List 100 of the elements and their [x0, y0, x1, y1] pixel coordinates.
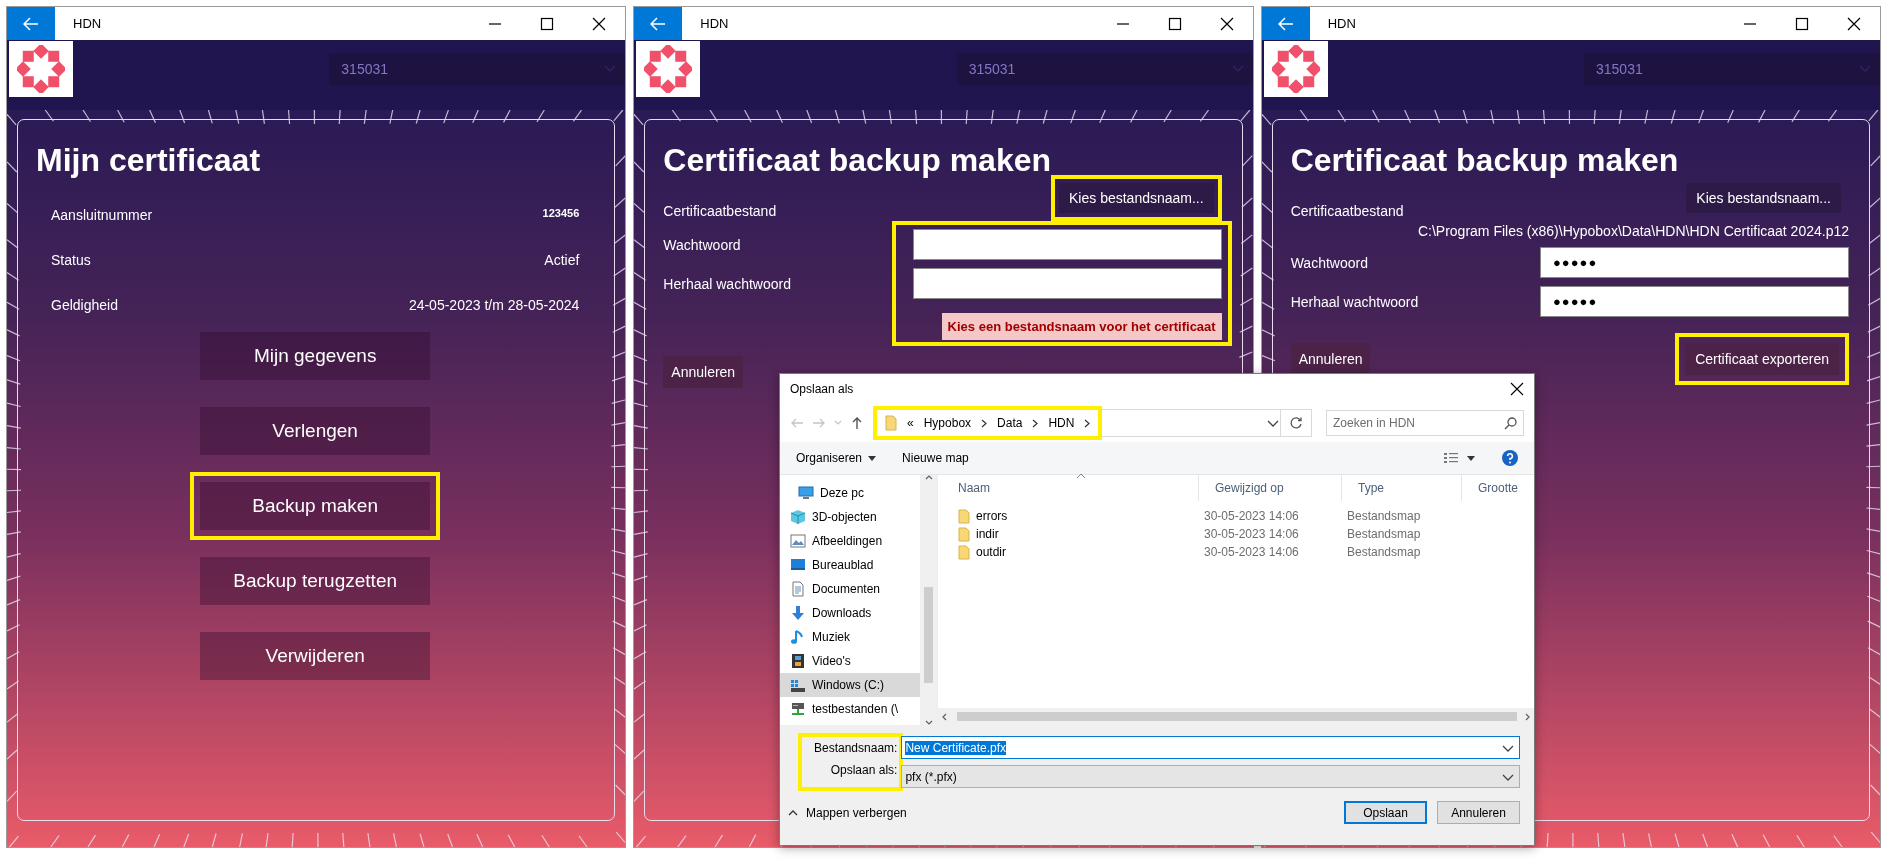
hide-folders-toggle[interactable]: Mappen verbergen	[788, 805, 907, 820]
maximize-icon[interactable]	[1795, 16, 1809, 31]
window-title: HDN	[700, 16, 730, 31]
close-icon[interactable]	[592, 16, 607, 31]
account-dropdown[interactable]: 315031	[956, 53, 1253, 85]
chevron-right-icon[interactable]	[1084, 418, 1091, 428]
error-message: Kies een bestandsnaam voor het certificaat	[941, 313, 1222, 340]
chevron-left-icon	[942, 712, 947, 721]
back-button[interactable]	[7, 7, 55, 40]
chevron-up-icon	[924, 475, 933, 480]
choose-file-button[interactable]: Kies bestandsnaam...	[1059, 183, 1214, 213]
table-cell-text: 30-05-2023 14:06	[1203, 509, 1300, 523]
chevron-right-icon[interactable]	[981, 418, 988, 428]
up-arrow-icon[interactable]	[850, 416, 864, 430]
menu-button[interactable]: Verlengen	[200, 407, 431, 455]
close-icon[interactable]	[1219, 16, 1234, 31]
menu-button[interactable]: Backup terugzetten	[200, 557, 431, 605]
field-label: Wachtwoord	[1290, 254, 1369, 271]
maximize-icon[interactable]	[540, 16, 555, 31]
view-options-icon[interactable]	[1444, 452, 1476, 464]
monitor-icon	[798, 485, 814, 501]
column-header[interactable]: Naam	[938, 475, 1198, 501]
dialog-button[interactable]: Opslaan	[1344, 801, 1427, 824]
maximize-icon[interactable]	[1167, 16, 1182, 31]
dialog-title: Opslaan als	[790, 382, 854, 396]
overflow-mark[interactable]: «	[907, 416, 914, 430]
table-cell-text: Bestandsmap	[1346, 527, 1422, 541]
table-cell-text: 30-05-2023 14:06	[1203, 527, 1300, 541]
cube-icon	[790, 509, 806, 525]
document-icon	[790, 581, 806, 597]
close-icon[interactable]	[1510, 382, 1524, 396]
file-type-dropdown[interactable]: pfx (*.pfx)	[901, 765, 1520, 788]
address-bar[interactable]: « Hypobox Data HDN	[876, 409, 1312, 437]
column-header[interactable]: Type	[1341, 475, 1461, 501]
back-button[interactable]	[1261, 7, 1310, 40]
cancel-button[interactable]: Annuleren	[663, 356, 744, 388]
detail-value: 24-05-2023 t/m 28-05-2024	[408, 297, 580, 315]
file-name[interactable]: indir	[976, 527, 999, 541]
close-icon[interactable]	[1847, 16, 1861, 31]
folder-tree-item[interactable]: Deze pc	[780, 481, 920, 505]
account-dropdown[interactable]: 315031	[1584, 53, 1880, 85]
cancel-button[interactable]: Annuleren	[1290, 343, 1371, 375]
filename-field[interactable]: New Certificate.pfx	[901, 736, 1520, 759]
logo-icon	[1271, 45, 1320, 93]
menu-button[interactable]: Mijn gegevens	[200, 332, 431, 380]
menu-button[interactable]: Verwijderen	[200, 632, 431, 680]
account-dropdown[interactable]: 315031	[329, 53, 626, 85]
folder-tree-item[interactable]: Documenten	[780, 577, 920, 601]
file-name[interactable]: errors	[976, 509, 1008, 523]
field-label: Herhaal wachtwoord	[1290, 293, 1419, 310]
sort-caret-icon	[1076, 473, 1086, 479]
folder-tree-item[interactable]: 3D-objecten	[780, 505, 920, 529]
password-field[interactable]: ●●●●●	[1540, 286, 1849, 317]
window-title: HDN	[1327, 16, 1357, 31]
folder-tree-item[interactable]: Video's	[780, 649, 920, 673]
detail-label: Geldigheid	[51, 297, 118, 315]
scroll-thumb[interactable]	[924, 587, 933, 683]
search-field[interactable]: Zoeken in HDN	[1326, 410, 1524, 436]
folder-tree-item[interactable]: Afbeeldingen	[780, 529, 920, 553]
field-label: Certificaatbestand	[663, 203, 778, 219]
field-label: Opslaan als:	[830, 763, 898, 779]
folder-tree-item[interactable]: Windows (C:)	[780, 673, 920, 697]
breadcrumb-item[interactable]: Data	[997, 416, 1023, 430]
export-button[interactable]: Certificaat exporteren	[1685, 343, 1839, 375]
password-field[interactable]	[912, 268, 1222, 299]
detail-label: Status	[51, 252, 91, 270]
folder-tree-item[interactable]: Downloads	[780, 601, 920, 625]
folder-icon	[958, 508, 970, 524]
organize-menu[interactable]: Organiseren	[796, 451, 877, 465]
file-path: C:\Program Files (x86)\Hypobox\Data\HDN\HDN Certificaat 2024.p12	[1417, 223, 1849, 239]
table-cell-text: Bestandsmap	[1346, 509, 1422, 523]
folder-icon	[885, 415, 897, 431]
new-folder-button[interactable]: Nieuwe map	[902, 451, 969, 465]
dialog-button[interactable]: Annuleren	[1437, 801, 1520, 824]
drive-icon	[790, 677, 806, 693]
refresh-icon[interactable]	[1289, 416, 1303, 430]
breadcrumb-item[interactable]: Hypobox	[923, 416, 972, 430]
column-header[interactable]: Gewijzigd op	[1198, 475, 1341, 501]
folder-tree-item[interactable]: testbestanden (\	[780, 697, 920, 721]
music-note-icon	[790, 629, 806, 645]
file-name[interactable]: outdir	[976, 545, 1007, 559]
password-field[interactable]	[912, 229, 1222, 260]
field-label: Wachtwoord	[663, 236, 742, 253]
column-header[interactable]: Grootte	[1461, 475, 1534, 501]
choose-file-button[interactable]: Kies bestandsnaam...	[1686, 183, 1841, 213]
password-field[interactable]: ●●●●●	[1540, 247, 1849, 278]
scrollbar[interactable]	[920, 475, 937, 725]
menu-button[interactable]: Backup maken	[200, 482, 431, 530]
help-icon[interactable]	[1502, 450, 1518, 466]
folder-tree-item[interactable]: Muziek	[780, 625, 920, 649]
page-heading: Certificaat backup maken	[663, 142, 1053, 179]
back-button[interactable]	[634, 7, 683, 40]
folder-tree-item[interactable]: Bureaublad	[780, 553, 920, 577]
chevron-right-icon[interactable]	[1032, 418, 1039, 428]
chevron-down-icon	[924, 720, 933, 725]
folder-icon	[958, 544, 970, 560]
breadcrumb-item[interactable]: HDN	[1048, 416, 1075, 430]
chevron-up-icon	[788, 809, 798, 816]
scroll-thumb[interactable]	[957, 712, 1517, 721]
image-icon	[790, 533, 806, 549]
